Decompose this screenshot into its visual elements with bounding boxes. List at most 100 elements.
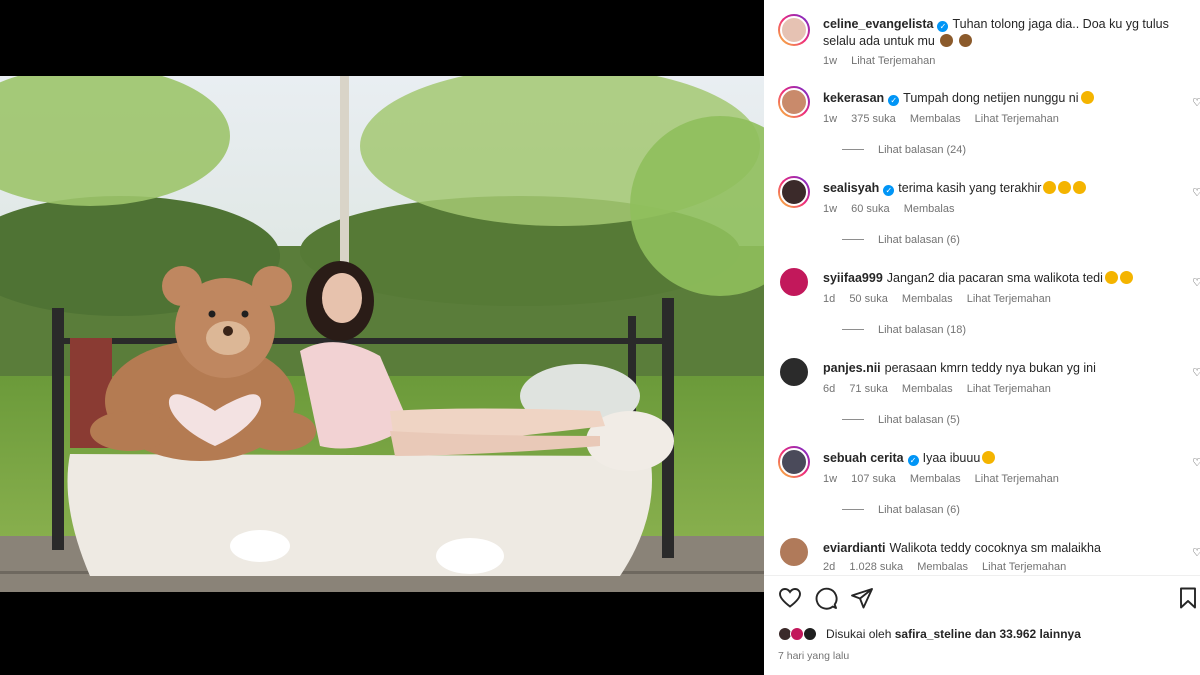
- comment-time: 1d: [823, 293, 836, 305]
- comment-likes[interactable]: 375 suka: [851, 113, 896, 125]
- comment-avatar[interactable]: [778, 86, 810, 118]
- comment-username[interactable]: syiifaa999: [823, 271, 883, 285]
- view-replies-label[interactable]: Lihat balasan (6): [878, 504, 960, 516]
- view-replies[interactable]: Lihat balasan (18): [842, 324, 966, 336]
- reply-button[interactable]: Membalas: [910, 113, 961, 125]
- view-replies-label[interactable]: Lihat balasan (18): [878, 324, 966, 336]
- comment-like-heart-icon[interactable]: ♡: [1192, 96, 1200, 109]
- comment-body: Iyaa ibuuu: [922, 451, 981, 465]
- verified-icon: ✓: [907, 455, 919, 466]
- comment-text: kekerasan ✓ Tumpah dong netijen nunggu ni: [823, 90, 1160, 107]
- view-replies[interactable]: Lihat balasan (5): [842, 414, 960, 426]
- comment-avatar[interactable]: [778, 176, 810, 208]
- comment-meta: 1d 50 suka Membalas Lihat Terjemahan: [823, 293, 1062, 305]
- comment-username[interactable]: sebuah cerita: [823, 451, 904, 465]
- comment-item: panjes.nii perasaan kmrn teddy nya bukan …: [778, 356, 1200, 436]
- view-replies[interactable]: Lihat balasan (24): [842, 144, 966, 156]
- comment-meta: 6d 71 suka Membalas Lihat Terjemahan: [823, 383, 1062, 395]
- caption-time: 1w: [823, 55, 838, 67]
- comment-item: sealisyah ✓ terima kasih yang terakhir 1w …: [778, 176, 1200, 256]
- share-icon[interactable]: [850, 586, 876, 612]
- translate-link[interactable]: Lihat Terjemahan: [975, 113, 1059, 125]
- likes-user[interactable]: safira_steline: [895, 627, 972, 641]
- verified-icon: ✓: [937, 21, 949, 32]
- likes-prefix: Disukai oleh: [826, 627, 892, 641]
- emoji-icon: [1043, 181, 1057, 194]
- comment-avatar[interactable]: [778, 446, 810, 478]
- reply-button[interactable]: Membalas: [902, 383, 953, 395]
- post-actions: [778, 586, 1196, 614]
- comment-avatar[interactable]: [778, 536, 810, 568]
- view-replies-label[interactable]: Lihat balasan (5): [878, 414, 960, 426]
- post-photo[interactable]: [0, 76, 764, 592]
- comment-likes[interactable]: 71 suka: [849, 383, 888, 395]
- caption-text: celine_evangelista ✓ Tuhan tolong jaga dia…: [823, 16, 1172, 50]
- view-replies[interactable]: Lihat balasan (6): [842, 504, 960, 516]
- comment-like-heart-icon[interactable]: ♡: [1192, 186, 1200, 199]
- comment-likes[interactable]: 107 suka: [851, 473, 896, 485]
- reply-button[interactable]: Membalas: [917, 561, 968, 573]
- comment-text: panjes.nii perasaan kmrn teddy nya bukan …: [823, 360, 1160, 377]
- reply-button[interactable]: Membalas: [904, 203, 955, 215]
- comment-time: 1w: [823, 113, 838, 125]
- comment-body: perasaan kmrn teddy nya bukan yg ini: [884, 361, 1096, 375]
- view-replies-label[interactable]: Lihat balasan (6): [878, 234, 960, 246]
- comment-username[interactable]: eviardianti: [823, 541, 886, 555]
- comment-time: 1w: [823, 203, 838, 215]
- likes-suffix[interactable]: dan 33.962 lainnya: [975, 627, 1081, 641]
- comment-likes[interactable]: 50 suka: [849, 293, 888, 305]
- emoji-icon: [982, 451, 996, 464]
- comment-likes[interactable]: 1.028 suka: [849, 561, 903, 573]
- comment-item: sebuah cerita ✓ Iyaa ibuuu 1w 107 suka Mem…: [778, 446, 1200, 526]
- reply-button[interactable]: Membalas: [902, 293, 953, 305]
- comment-username[interactable]: kekerasan: [823, 91, 884, 105]
- comment-text: syiifaa999 Jangan2 dia pacaran sma waliko…: [823, 270, 1160, 287]
- comment-meta: 1w 60 suka Membalas: [823, 203, 965, 215]
- comment-username[interactable]: panjes.nii: [823, 361, 881, 375]
- comment-body: Jangan2 dia pacaran sma walikota tedi: [886, 271, 1103, 285]
- comment-time: 2d: [823, 561, 836, 573]
- author-avatar[interactable]: [778, 14, 810, 46]
- comment-item: eviardianti Walikota teddy cocoknya sm ma…: [778, 536, 1200, 576]
- comment-body: terima kasih yang terakhir: [898, 181, 1042, 195]
- post-date: 7 hari yang lalu: [778, 650, 850, 662]
- translate-link[interactable]: Lihat Terjemahan: [967, 293, 1051, 305]
- comment-icon[interactable]: [814, 586, 840, 612]
- comment-username[interactable]: sealisyah: [823, 181, 879, 195]
- comment-item: syiifaa999 Jangan2 dia pacaran sma waliko…: [778, 266, 1200, 346]
- post-caption: celine_evangelista ✓ Tuhan tolong jaga dia…: [778, 14, 1200, 70]
- comment-time: 6d: [823, 383, 836, 395]
- comment-meta: 1w 107 suka Membalas Lihat Terjemahan: [823, 473, 1070, 485]
- reply-button[interactable]: Membalas: [910, 473, 961, 485]
- comment-likes[interactable]: 60 suka: [851, 203, 890, 215]
- comment-text: eviardianti Walikota teddy cocoknya sm ma…: [823, 540, 1160, 557]
- emoji-icon: [1073, 181, 1087, 194]
- emoji-icon: [1119, 271, 1133, 284]
- author-username[interactable]: celine_evangelista: [823, 17, 933, 31]
- heart-icon[interactable]: [778, 586, 804, 612]
- comment-text: sebuah cerita ✓ Iyaa ibuuu: [823, 450, 1160, 467]
- emoji-icon: [1080, 91, 1094, 104]
- translate-link[interactable]: Lihat Terjemahan: [967, 383, 1051, 395]
- comment-text: sealisyah ✓ terima kasih yang terakhir: [823, 180, 1160, 197]
- liker-avatar: [802, 627, 817, 641]
- view-replies[interactable]: Lihat balasan (6): [842, 234, 960, 246]
- bear-emoji-icon: [940, 34, 954, 47]
- comment-meta: 2d 1.028 suka Membalas Lihat Terjemahan: [823, 561, 1077, 573]
- comment-like-heart-icon[interactable]: ♡: [1192, 456, 1200, 469]
- view-replies-label[interactable]: Lihat balasan (24): [878, 144, 966, 156]
- emoji-icon: [1104, 271, 1118, 284]
- divider: [764, 575, 1200, 576]
- caption-translate[interactable]: Lihat Terjemahan: [851, 55, 935, 67]
- translate-link[interactable]: Lihat Terjemahan: [982, 561, 1066, 573]
- bookmark-icon[interactable]: [1176, 586, 1200, 612]
- comment-like-heart-icon[interactable]: ♡: [1192, 366, 1200, 379]
- likes-summary[interactable]: Disukai oleh safira_steline dan 33.962 l…: [778, 627, 1081, 641]
- comment-avatar[interactable]: [778, 266, 810, 298]
- translate-link[interactable]: Lihat Terjemahan: [975, 473, 1059, 485]
- comments-panel: celine_evangelista ✓ Tuhan tolong jaga dia…: [764, 0, 1200, 675]
- comment-like-heart-icon[interactable]: ♡: [1192, 546, 1200, 559]
- post-media[interactable]: [0, 0, 764, 675]
- comment-avatar[interactable]: [778, 356, 810, 388]
- comment-like-heart-icon[interactable]: ♡: [1192, 276, 1200, 289]
